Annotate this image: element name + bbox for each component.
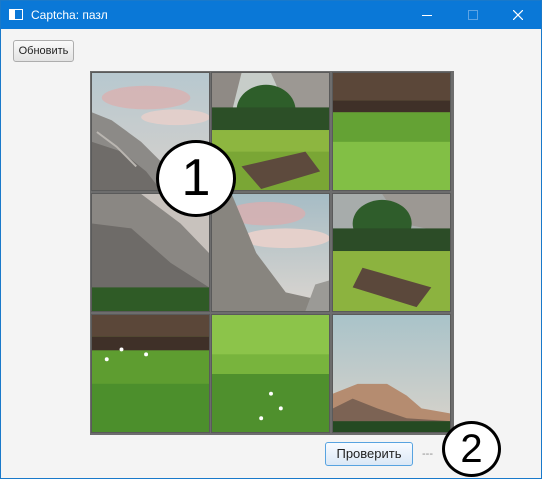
annotation-marker-1: 1 xyxy=(156,140,236,217)
puzzle-tile-9[interactable] xyxy=(332,314,451,433)
puzzle-tile-8[interactable] xyxy=(211,314,330,433)
title-bar[interactable]: Captcha: пазл xyxy=(1,1,541,29)
captcha-window: Captcha: пазл Обновить Проверить --- xyxy=(0,0,542,479)
maximize-button xyxy=(450,1,496,29)
puzzle-tile-3[interactable] xyxy=(332,72,451,191)
puzzle-tile-6[interactable] xyxy=(332,193,451,312)
minimize-icon xyxy=(422,15,432,16)
puzzle-grid xyxy=(90,71,454,435)
close-icon xyxy=(513,10,523,20)
app-window-icon xyxy=(9,9,23,20)
check-button[interactable]: Проверить xyxy=(325,442,413,466)
annotation-marker-2: 2 xyxy=(442,421,501,477)
puzzle-tile-5[interactable] xyxy=(211,193,330,312)
window-title: Captcha: пазл xyxy=(31,8,108,22)
minimize-button[interactable] xyxy=(404,1,450,29)
puzzle-tile-7[interactable] xyxy=(91,314,210,433)
close-button[interactable] xyxy=(495,1,541,29)
result-status: --- xyxy=(422,448,433,460)
refresh-button[interactable]: Обновить xyxy=(13,40,74,62)
maximize-icon xyxy=(468,10,478,20)
